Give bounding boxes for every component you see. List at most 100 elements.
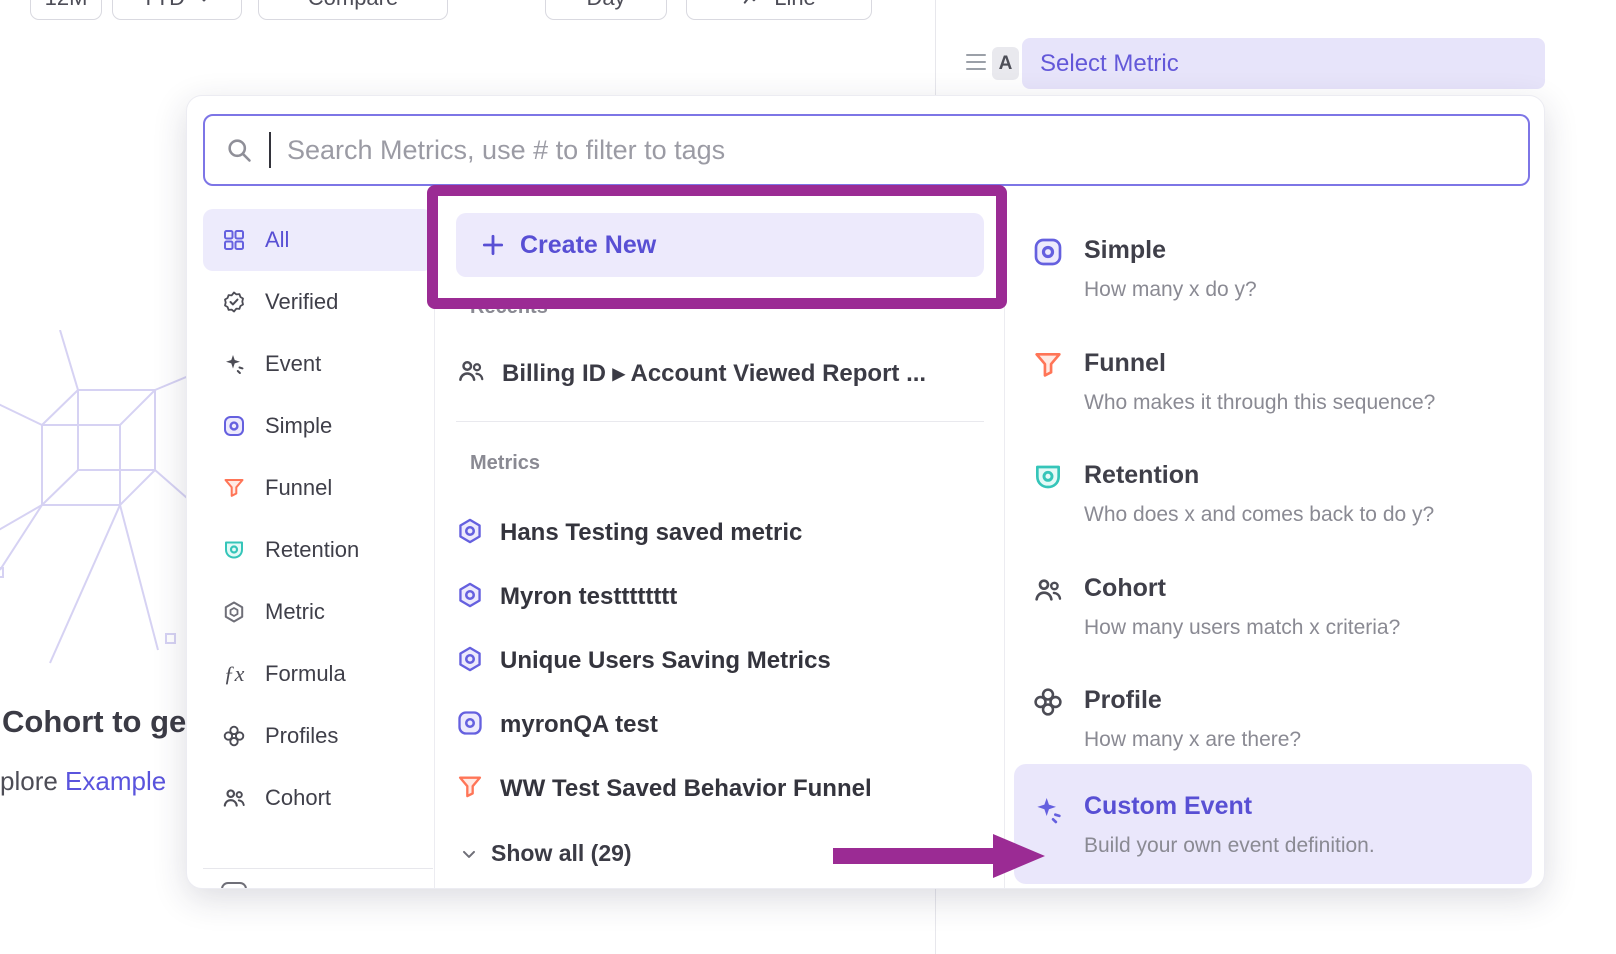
chart-type-line-button[interactable]: Line: [686, 0, 872, 20]
sidebar-item-partial-icon[interactable]: [221, 882, 247, 889]
metric-picker-modal: All Verified Event Simple: [186, 95, 1545, 889]
simple-square-icon: [1032, 236, 1064, 268]
filter-sidebar: All Verified Event Simple: [203, 209, 433, 829]
type-desc: Build your own event definition.: [1084, 834, 1375, 858]
type-retention[interactable]: Retention Who does x and comes back to d…: [1014, 461, 1532, 561]
metric-list-item[interactable]: WW Test Saved Behavior Funnel: [456, 764, 872, 814]
filter-retention[interactable]: Retention: [203, 519, 433, 581]
filter-profiles-label: Profiles: [265, 723, 338, 749]
show-all-label: Show all (29): [491, 840, 632, 867]
compare-button[interactable]: Compare: [258, 0, 448, 20]
people-icon: [221, 785, 247, 811]
metric-list-item[interactable]: myronQA test: [456, 700, 658, 750]
filter-all-label: All: [265, 227, 289, 253]
select-metric-label: Select Metric: [1040, 50, 1179, 78]
create-new-button[interactable]: Create New: [456, 213, 984, 277]
type-title: Retention: [1084, 461, 1199, 490]
recent-metric-item[interactable]: Billing ID ▸ Account Viewed Report ...: [456, 348, 926, 398]
metric-list-label: Myron testttttttt: [500, 583, 677, 611]
retention-cup-icon: [221, 537, 247, 563]
search-icon: [225, 136, 253, 164]
wireframe-illustration: [0, 330, 205, 665]
empty-state-title: Cohort to ge: [2, 704, 186, 740]
hexagon-purple-icon: [456, 581, 484, 614]
people-icon: [1032, 574, 1064, 606]
type-custom-event[interactable]: Custom Event Build your own event defini…: [1014, 764, 1532, 884]
filter-event-label: Event: [265, 351, 321, 377]
filter-event[interactable]: Event: [203, 333, 433, 395]
type-funnel[interactable]: Funnel Who makes it through this sequenc…: [1014, 349, 1532, 449]
metric-list-item[interactable]: Hans Testing saved metric: [456, 508, 802, 558]
people-icon: [456, 356, 486, 391]
filter-metric[interactable]: Metric: [203, 581, 433, 643]
type-title: Custom Event: [1084, 792, 1252, 821]
sidebar-column-divider: [434, 208, 435, 889]
types-column-divider: [1004, 208, 1005, 889]
type-desc: How many x do y?: [1084, 278, 1257, 302]
compare-label: Compare: [308, 0, 398, 11]
select-metric-field[interactable]: Select Metric: [1022, 38, 1545, 89]
type-title: Cohort: [1084, 574, 1166, 603]
simple-square-icon: [221, 413, 247, 439]
recent-metric-label: Billing ID ▸ Account Viewed Report ...: [502, 359, 926, 388]
filter-funnel[interactable]: Funnel: [203, 457, 433, 519]
filter-all[interactable]: All: [203, 209, 433, 271]
metric-list-label: Hans Testing saved metric: [500, 519, 802, 547]
retention-cup-icon: [1032, 461, 1064, 493]
funnel-icon: [221, 475, 247, 501]
drag-handle-icon[interactable]: [966, 54, 986, 70]
app-root: 12M YTD Compare Day Line A Select Metric…: [0, 0, 1616, 954]
funnel-icon: [456, 773, 484, 806]
chevron-down-icon: [459, 844, 479, 864]
type-cohort[interactable]: Cohort How many users match x criteria?: [1014, 574, 1532, 674]
metric-list-label: myronQA test: [500, 711, 658, 739]
recents-metrics-divider: [456, 421, 984, 422]
empty-state-subtitle-text: plore: [0, 766, 65, 796]
type-desc: How many users match x criteria?: [1084, 616, 1400, 640]
filter-verified[interactable]: Verified: [203, 271, 433, 333]
type-desc: How many x are there?: [1084, 728, 1301, 752]
example-reports-link[interactable]: Example: [65, 766, 166, 796]
metric-list-item[interactable]: Unique Users Saving Metrics: [456, 636, 831, 686]
filter-cohort[interactable]: Cohort: [203, 767, 433, 829]
filter-formula[interactable]: ƒx Formula: [203, 643, 433, 705]
hexagon-purple-icon: [456, 517, 484, 550]
empty-state-subtitle: plore Example: [0, 766, 166, 797]
range-12m-button[interactable]: 12M: [30, 0, 102, 20]
range-ytd-button[interactable]: YTD: [112, 0, 242, 20]
metric-row-badge: A: [992, 47, 1019, 80]
filter-metric-label: Metric: [265, 599, 325, 625]
metric-list-label: Unique Users Saving Metrics: [500, 647, 831, 675]
create-new-label: Create New: [520, 231, 656, 260]
interval-day-label: Day: [586, 0, 625, 11]
verified-badge-icon: [221, 289, 247, 315]
hexagon-purple-icon: [456, 645, 484, 678]
text-cursor: [269, 132, 271, 168]
recents-header: Recents: [470, 296, 548, 319]
sparkle-icon: [1032, 794, 1064, 826]
plus-icon: [480, 232, 506, 258]
sidebar-divider: [203, 868, 433, 869]
metric-search-input[interactable]: [287, 135, 1508, 166]
filter-retention-label: Retention: [265, 537, 359, 563]
line-chart-icon: [742, 0, 764, 9]
filter-simple[interactable]: Simple: [203, 395, 433, 457]
range-ytd-label: YTD: [141, 0, 185, 11]
sparkle-icon: [221, 351, 247, 377]
filter-formula-label: Formula: [265, 661, 346, 687]
metric-list-label: WW Test Saved Behavior Funnel: [500, 775, 872, 803]
type-simple[interactable]: Simple How many x do y?: [1014, 236, 1532, 336]
type-desc: Who makes it through this sequence?: [1084, 391, 1435, 415]
flower-icon: [1032, 686, 1064, 718]
filter-simple-label: Simple: [265, 413, 332, 439]
metric-list-item[interactable]: Myron testttttttt: [456, 572, 677, 622]
metric-search-field[interactable]: [203, 114, 1530, 186]
filter-profiles[interactable]: Profiles: [203, 705, 433, 767]
formula-fx-icon: ƒx: [221, 661, 247, 687]
type-title: Funnel: [1084, 349, 1166, 378]
interval-day-button[interactable]: Day: [545, 0, 667, 20]
type-title: Profile: [1084, 686, 1162, 715]
type-title: Simple: [1084, 236, 1166, 265]
show-all-button[interactable]: Show all (29): [459, 840, 632, 867]
chevron-down-icon: [195, 0, 213, 7]
